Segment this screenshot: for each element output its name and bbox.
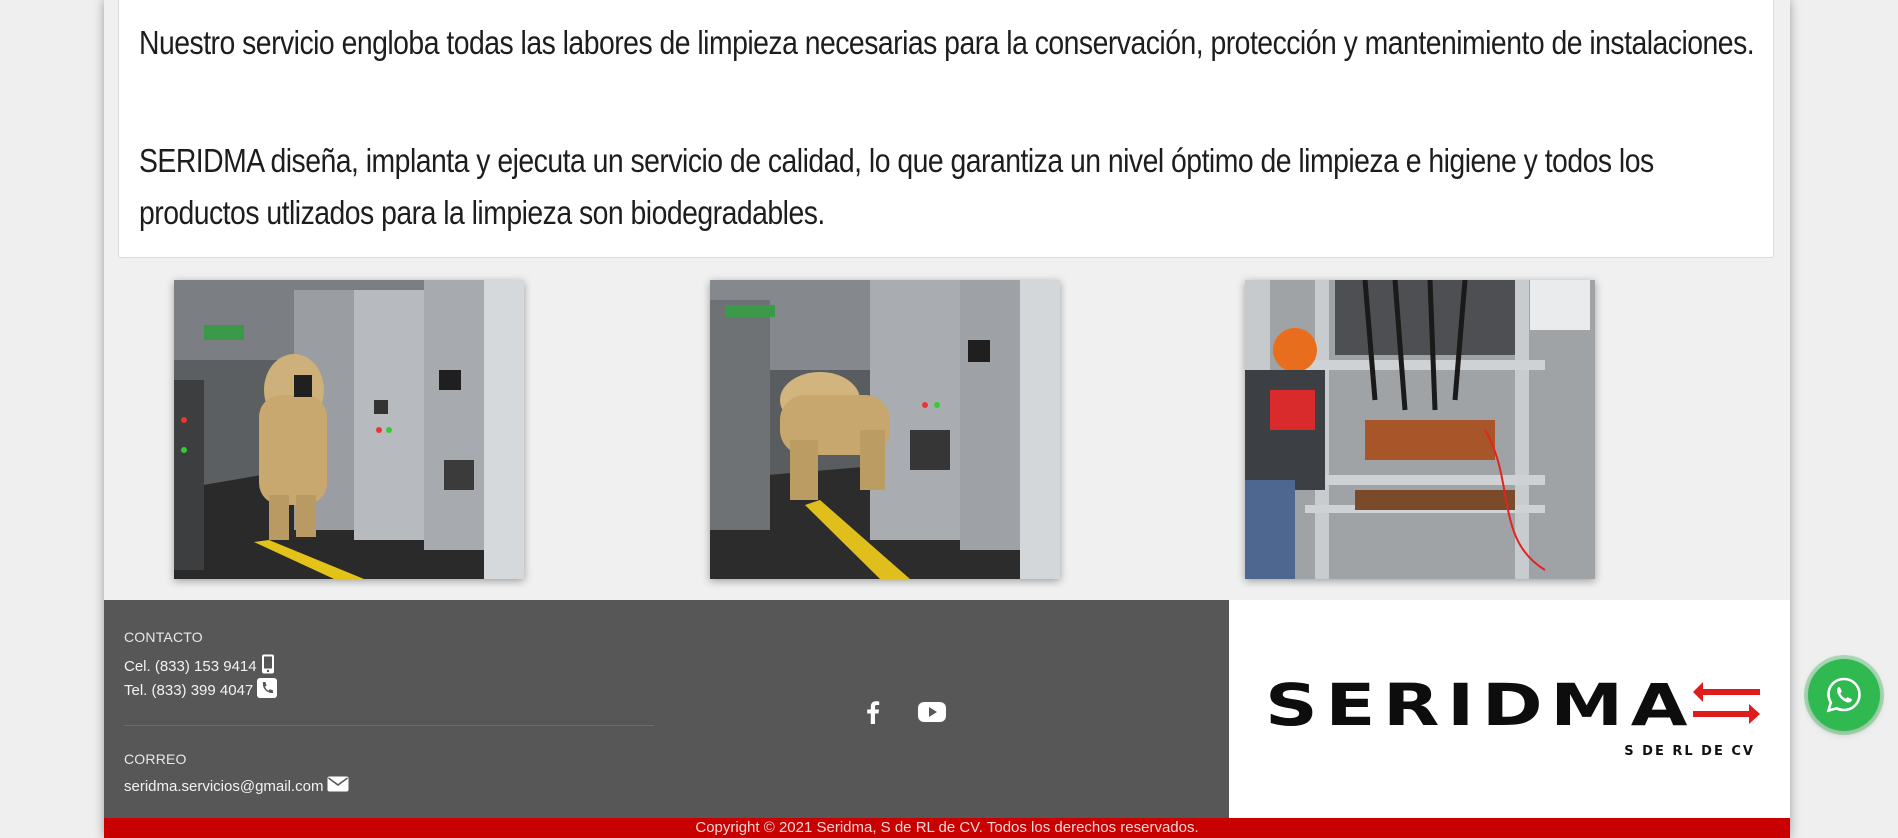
svg-text:SERIDMA: SERIDMA xyxy=(1265,678,1695,739)
envelope-icon xyxy=(327,776,349,796)
whatsapp-button[interactable] xyxy=(1808,659,1880,731)
footer-logo-panel: SERIDMA S DE RL DE CV xyxy=(1229,600,1790,818)
cel-link[interactable]: Cel. (833) 153 9414 xyxy=(124,658,257,675)
email-heading: CORREO xyxy=(124,751,187,767)
contact-heading: CONTACTO xyxy=(124,629,203,645)
email-line: seridma.servicios@gmail.com xyxy=(124,776,349,796)
photo-illustration xyxy=(174,280,524,579)
seridma-logo[interactable]: SERIDMA S DE RL DE CV xyxy=(1265,671,1765,759)
email-link[interactable]: seridma.servicios@gmail.com xyxy=(124,778,323,795)
cel-line: Cel. (833) 153 9414 xyxy=(124,654,275,678)
facebook-icon xyxy=(867,701,880,724)
svg-text:S DE RL DE CV: S DE RL DE CV xyxy=(1624,744,1755,758)
service-paragraph-2: SERIDMA diseña, implanta y ejecuta un se… xyxy=(139,142,1654,231)
gallery-photo-electrical-panel[interactable] xyxy=(1245,280,1595,579)
service-description-card: Nuestro servicio engloba todas las labor… xyxy=(118,0,1774,258)
tel-line: Tel. (833) 399 4047 xyxy=(124,678,278,702)
footer-contact-panel: CONTACTO Cel. (833) 153 9414 Tel. (833) … xyxy=(104,600,1229,818)
tel-link[interactable]: Tel. (833) 399 4047 xyxy=(124,682,253,699)
gallery-photo-arc-flash-suit-1[interactable] xyxy=(174,280,524,579)
page-wrapper: Nuestro servicio engloba todas las labor… xyxy=(104,0,1790,838)
mobile-phone-icon xyxy=(261,654,275,678)
youtube-icon xyxy=(918,702,946,722)
gallery-photo-arc-flash-suit-2[interactable] xyxy=(710,280,1060,579)
whatsapp-icon xyxy=(1826,677,1861,713)
copyright-text: Copyright © 2021 Seridma, S de RL de CV.… xyxy=(695,819,1199,836)
youtube-link[interactable] xyxy=(915,695,949,729)
facebook-link[interactable] xyxy=(856,695,890,729)
copyright-bar: Copyright © 2021 Seridma, S de RL de CV.… xyxy=(104,818,1790,838)
phone-icon xyxy=(257,678,278,702)
photo-illustration xyxy=(1245,280,1595,579)
seridma-logo-graphic: SERIDMA S DE RL DE CV xyxy=(1265,671,1760,759)
footer-divider xyxy=(124,725,654,726)
photo-illustration xyxy=(710,280,1060,579)
service-paragraph-1: Nuestro servicio engloba todas las labor… xyxy=(139,24,1755,61)
